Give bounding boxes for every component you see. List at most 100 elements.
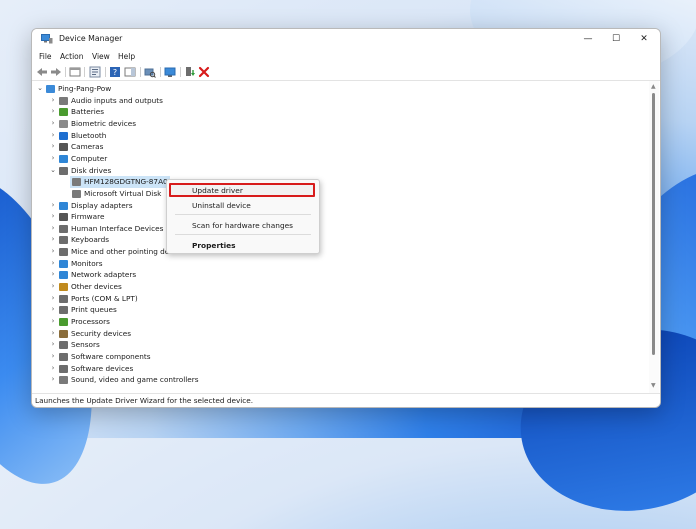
expand-chevron-icon[interactable]: ⌄ xyxy=(36,83,44,95)
display-adapter-icon xyxy=(59,201,68,210)
tree-category[interactable]: › Bluetooth xyxy=(32,130,632,142)
tree-category[interactable]: › Display adapters xyxy=(32,200,632,212)
collapse-chevron-icon[interactable]: › xyxy=(49,351,57,363)
bluetooth-icon xyxy=(59,131,68,140)
collapse-chevron-icon[interactable]: › xyxy=(49,246,57,258)
back-arrow-icon[interactable] xyxy=(36,66,48,78)
collapse-chevron-icon[interactable]: › xyxy=(49,211,57,223)
collapse-chevron-icon[interactable]: › xyxy=(49,153,57,165)
close-button[interactable]: ✕ xyxy=(630,31,658,47)
collapse-chevron-icon[interactable]: › xyxy=(49,223,57,235)
action-pane-icon[interactable] xyxy=(124,66,136,78)
maximize-button[interactable]: ☐ xyxy=(602,31,630,47)
forward-arrow-icon[interactable] xyxy=(50,66,62,78)
tree-item-label: Firmware xyxy=(71,212,105,222)
tree-category[interactable]: › Ports (COM & LPT) xyxy=(32,293,632,305)
network-icon xyxy=(59,271,68,280)
collapse-chevron-icon[interactable]: › xyxy=(49,200,57,212)
tree-category[interactable]: ⌄ Disk drives xyxy=(32,165,632,177)
collapse-chevron-icon[interactable]: › xyxy=(49,374,57,386)
collapse-chevron-icon[interactable]: › xyxy=(49,316,57,328)
tree-category[interactable]: › Processors xyxy=(32,316,632,328)
context-properties[interactable]: Properties xyxy=(192,241,236,250)
collapse-chevron-icon[interactable]: › xyxy=(49,363,57,375)
tree-category[interactable]: › Print queues xyxy=(32,304,632,316)
uninstall-icon[interactable] xyxy=(198,66,210,78)
tree-device[interactable]: HFM128GDGTNG-87A0A xyxy=(70,176,173,188)
collapse-chevron-icon[interactable]: › xyxy=(49,95,57,107)
software-device-icon xyxy=(59,364,68,373)
tree-category[interactable]: › Sensors xyxy=(32,339,632,351)
collapse-chevron-icon[interactable]: › xyxy=(49,269,57,281)
collapse-chevron-icon[interactable]: › xyxy=(49,293,57,305)
tree-item-label: Keyboards xyxy=(71,235,110,245)
context-uninstall-device[interactable]: Uninstall device xyxy=(192,201,251,210)
tree-category[interactable]: › Network adapters xyxy=(32,269,632,281)
update-driver-icon[interactable] xyxy=(164,66,176,78)
context-update-driver[interactable]: Update driver xyxy=(192,186,243,195)
collapse-chevron-icon[interactable]: › xyxy=(49,304,57,316)
component-icon xyxy=(59,352,68,361)
mouse-icon xyxy=(59,248,68,257)
scan-hardware-icon[interactable] xyxy=(144,66,156,78)
tree-category[interactable]: › Software components xyxy=(32,351,632,363)
collapse-chevron-icon[interactable]: › xyxy=(49,339,57,351)
tree-category[interactable]: › Firmware xyxy=(32,211,632,223)
tree-item-label: HFM128GDGTNG-87A0A xyxy=(84,177,173,187)
tree-item-label: Ping-Pang-Pow xyxy=(58,84,112,93)
collapse-chevron-icon[interactable]: › xyxy=(49,130,57,142)
tree-category[interactable]: › Human Interface Devices xyxy=(32,223,632,235)
collapse-chevron-icon[interactable]: › xyxy=(49,234,57,246)
tree-category[interactable]: › Audio inputs and outputs xyxy=(32,95,632,107)
collapse-chevron-icon[interactable]: › xyxy=(49,258,57,270)
minimize-button[interactable]: — xyxy=(574,31,602,47)
tree-category[interactable]: › Security devices xyxy=(32,328,632,340)
collapse-chevron-icon[interactable]: › xyxy=(49,106,57,118)
expand-chevron-icon[interactable]: ⌄ xyxy=(49,165,57,177)
tree-device[interactable]: Microsoft Virtual Disk xyxy=(32,188,632,200)
disable-device-icon[interactable] xyxy=(184,66,196,78)
menu-action[interactable]: Action xyxy=(60,52,84,61)
printer-icon xyxy=(59,306,68,315)
disk-drive-icon xyxy=(72,178,81,187)
tree-category[interactable]: › Computer xyxy=(32,153,632,165)
scrollbar-thumb[interactable] xyxy=(652,93,655,355)
security-icon xyxy=(59,329,68,338)
title-bar[interactable]: Device Manager — ☐ ✕ xyxy=(32,29,660,49)
hid-icon xyxy=(59,224,68,233)
toolbar-separator xyxy=(105,67,106,77)
collapse-chevron-icon[interactable]: › xyxy=(49,118,57,130)
tree-category[interactable]: › Software devices xyxy=(32,363,632,375)
sound-icon xyxy=(59,376,68,385)
context-scan-hardware[interactable]: Scan for hardware changes xyxy=(192,221,293,230)
help-icon[interactable]: ? xyxy=(109,66,121,78)
toolbar-separator xyxy=(160,67,161,77)
show-hide-console-icon[interactable] xyxy=(69,66,81,78)
tree-category[interactable]: › Sound, video and game controllers xyxy=(32,374,632,386)
menu-bar: File Action View Help xyxy=(32,49,660,64)
camera-icon xyxy=(59,143,68,152)
collapse-chevron-icon[interactable]: › xyxy=(49,328,57,340)
tree-category[interactable]: › Batteries xyxy=(32,106,632,118)
menu-file[interactable]: File xyxy=(39,52,52,61)
tree-category[interactable]: › Other devices xyxy=(32,281,632,293)
menu-view[interactable]: View xyxy=(92,52,110,61)
tree-category[interactable]: › Mice and other pointing devices xyxy=(32,246,632,258)
tree-category[interactable]: › Biometric devices xyxy=(32,118,632,130)
scroll-down-icon[interactable]: ▼ xyxy=(651,382,656,389)
tree-item-label: Human Interface Devices xyxy=(71,223,164,233)
processor-icon xyxy=(59,318,68,326)
tree-item-label: Sound, video and game controllers xyxy=(71,375,199,385)
collapse-chevron-icon[interactable]: › xyxy=(49,141,57,153)
toolbar-separator xyxy=(140,67,141,77)
tree-category[interactable]: › Keyboards xyxy=(32,234,632,246)
menu-help[interactable]: Help xyxy=(118,52,135,61)
tree-root[interactable]: ⌄ Ping-Pang-Pow xyxy=(32,83,632,95)
scroll-up-icon[interactable]: ▲ xyxy=(651,83,656,90)
collapse-chevron-icon[interactable]: › xyxy=(49,281,57,293)
vertical-scrollbar[interactable]: ▲ ▼ xyxy=(649,81,659,393)
port-icon xyxy=(59,294,68,303)
tree-category[interactable]: › Cameras xyxy=(32,141,632,153)
properties-icon[interactable] xyxy=(89,66,101,78)
tree-category[interactable]: › Monitors xyxy=(32,258,632,270)
